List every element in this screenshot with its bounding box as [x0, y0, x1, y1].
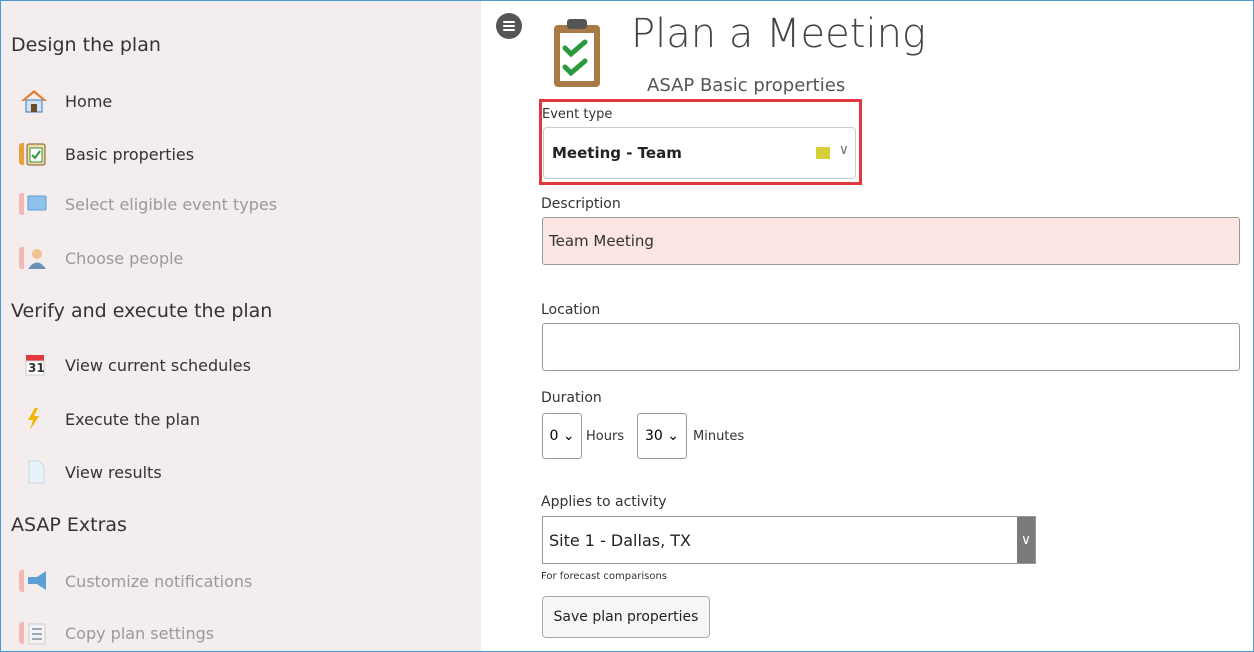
sidebar-item-label: Choose people	[65, 248, 184, 268]
applies-hint: For forecast comparisons	[541, 571, 668, 582]
hours-unit: Hours	[586, 429, 625, 444]
sidebar-item-copy-settings[interactable]: Copy plan settings	[19, 619, 214, 647]
sidebar-item-label: Basic properties	[65, 144, 195, 164]
document-icon	[19, 459, 49, 485]
clipboard-icon	[19, 141, 49, 167]
minutes-value: 30	[644, 428, 663, 444]
event-type-select[interactable]: Meeting - Team ∨	[543, 127, 856, 179]
menu-icon[interactable]	[496, 13, 522, 39]
section-extras-heading: ASAP Extras	[11, 514, 127, 536]
sidebar-item-execute[interactable]: Execute the plan	[19, 405, 200, 433]
description-field[interactable]: Team Meeting	[542, 217, 1240, 265]
megaphone-icon	[19, 568, 49, 594]
calendar-icon: 31	[19, 352, 49, 378]
person-icon	[19, 245, 49, 271]
location-field[interactable]	[542, 323, 1240, 371]
clipboard-icon	[551, 17, 603, 89]
hours-value: 0	[549, 428, 559, 444]
applies-select[interactable]: Site 1 - Dallas, TX ∨	[542, 516, 1036, 564]
sidebar-item-label: Copy plan settings	[65, 623, 215, 643]
chevron-down-icon: ⌄	[562, 428, 575, 444]
section-verify-heading: Verify and execute the plan	[11, 300, 273, 322]
sidebar-item-customize-notifications[interactable]: Customize notifications	[19, 567, 252, 595]
sidebar: Design the plan Home Basic properties Se…	[1, 1, 481, 651]
home-icon	[19, 88, 49, 114]
sidebar-item-eligible-event-types[interactable]: Select eligible event types	[19, 190, 277, 218]
sidebar-item-choose-people[interactable]: Choose people	[19, 244, 183, 272]
section-design-heading: Design the plan	[11, 34, 161, 56]
event-color-swatch	[816, 147, 830, 159]
applies-value: Site 1 - Dallas, TX	[549, 531, 691, 550]
sidebar-item-label: Home	[65, 91, 113, 111]
save-button[interactable]: Save plan properties	[542, 596, 710, 638]
event-type-label: Event type	[542, 107, 613, 122]
list-icon	[19, 620, 49, 646]
sidebar-item-view-results[interactable]: View results	[19, 458, 162, 486]
main-panel: Plan a Meeting ASAP Basic properties Eve…	[481, 1, 1254, 652]
chevron-down-icon: ∨	[1017, 517, 1035, 563]
sidebar-item-label: View current schedules	[65, 355, 251, 375]
sidebar-item-label: View results	[65, 462, 162, 482]
sidebar-item-label: Select eligible event types	[65, 194, 278, 214]
page-subtitle: ASAP Basic properties	[647, 75, 846, 96]
applies-label: Applies to activity	[541, 494, 667, 510]
calendar-day: 31	[28, 361, 45, 375]
sidebar-item-label: Customize notifications	[65, 571, 253, 591]
sidebar-item-basic-properties[interactable]: Basic properties	[19, 140, 194, 168]
sidebar-item-home[interactable]: Home	[19, 87, 112, 115]
page-title: Plan a Meeting	[631, 11, 926, 57]
sidebar-item-label: Execute the plan	[65, 409, 200, 429]
sidebar-item-view-schedules[interactable]: 31 View current schedules	[19, 351, 251, 379]
duration-label: Duration	[541, 390, 602, 406]
monitor-icon	[19, 191, 49, 217]
lightning-icon	[19, 406, 49, 432]
hours-select[interactable]: 0 ⌄	[542, 413, 582, 459]
description-label: Description	[541, 196, 621, 212]
location-label: Location	[541, 302, 601, 318]
chevron-down-icon: ∨	[838, 142, 849, 158]
event-type-value: Meeting - Team	[552, 144, 682, 162]
minutes-select[interactable]: 30 ⌄	[637, 413, 687, 459]
chevron-down-icon: ⌄	[667, 428, 679, 444]
minutes-unit: Minutes	[693, 429, 745, 444]
